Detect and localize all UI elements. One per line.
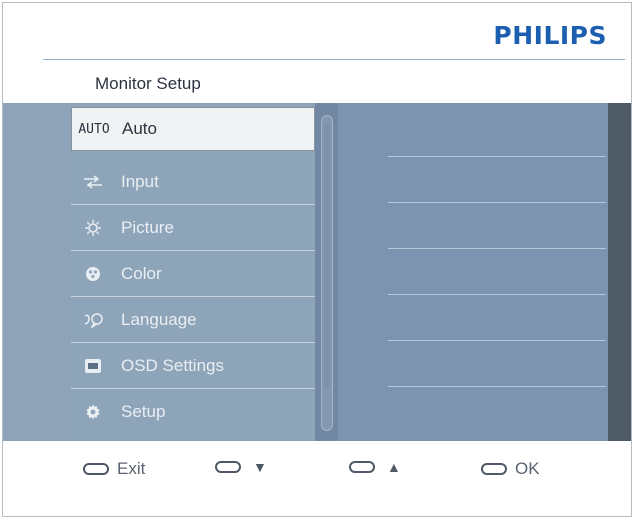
submenu-divider [388,202,606,203]
menu-item-label: OSD Settings [121,355,224,375]
menu-item-label: Picture [121,217,174,237]
right-edge-panel [608,103,631,441]
submenu-divider [388,386,606,387]
pill-button-icon [215,461,241,473]
menu-panel: AUTO Auto Input Picture Color Language O… [3,103,631,441]
setup-gear-icon [71,403,115,421]
menu-item-label: Color [121,263,162,283]
submenu-divider [388,340,606,341]
menu-item-label: Language [121,309,197,329]
up-button[interactable]: ▲ [349,459,401,475]
submenu-divider [388,156,606,157]
submenu-divider [388,294,606,295]
control-bar: Exit ▼ ▲ OK [3,441,631,516]
menu-item-language[interactable]: Language [71,297,315,343]
menu-scrollbar[interactable] [321,115,333,431]
pill-button-icon [349,461,375,473]
menu-item-osd-settings[interactable]: OSD Settings [71,343,315,389]
down-button[interactable]: ▼ [215,459,267,475]
exit-button[interactable]: Exit [83,459,145,479]
menu-item-picture[interactable]: Picture [71,205,315,251]
main-menu: AUTO Auto Input Picture Color Language O… [71,103,315,441]
input-arrows-icon [71,174,115,189]
menu-item-auto[interactable]: AUTO Auto [71,107,315,151]
up-arrow-icon: ▲ [387,459,401,475]
picture-sun-icon [71,219,115,237]
menu-item-label: Input [121,171,159,191]
exit-label: Exit [117,459,146,478]
brand-logo: PHILIPS [493,21,607,50]
language-speech-icon [71,312,115,328]
submenu-divider [388,248,606,249]
pill-button-icon [83,463,109,475]
scrollbar-thumb[interactable] [324,122,330,388]
osd-window: PHILIPS Monitor Setup AUTO Auto Input Pi… [2,2,632,517]
header-divider [43,59,625,60]
submenu-panel [338,103,608,441]
left-margin [3,103,72,441]
menu-item-label: Auto [122,119,157,138]
pill-button-icon [481,463,507,475]
menu-item-label: Setup [121,402,166,421]
page-title: Monitor Setup [95,74,201,93]
menu-item-input[interactable]: Input [71,159,315,205]
menu-item-color[interactable]: Color [71,251,315,297]
ok-label: OK [515,459,540,478]
down-arrow-icon: ▼ [253,459,267,475]
ok-button[interactable]: OK [481,459,540,479]
osd-screen-icon [71,358,115,374]
color-palette-icon [71,266,115,282]
menu-item-setup[interactable]: Setup [71,389,315,435]
auto-text-icon: AUTO [78,121,110,137]
